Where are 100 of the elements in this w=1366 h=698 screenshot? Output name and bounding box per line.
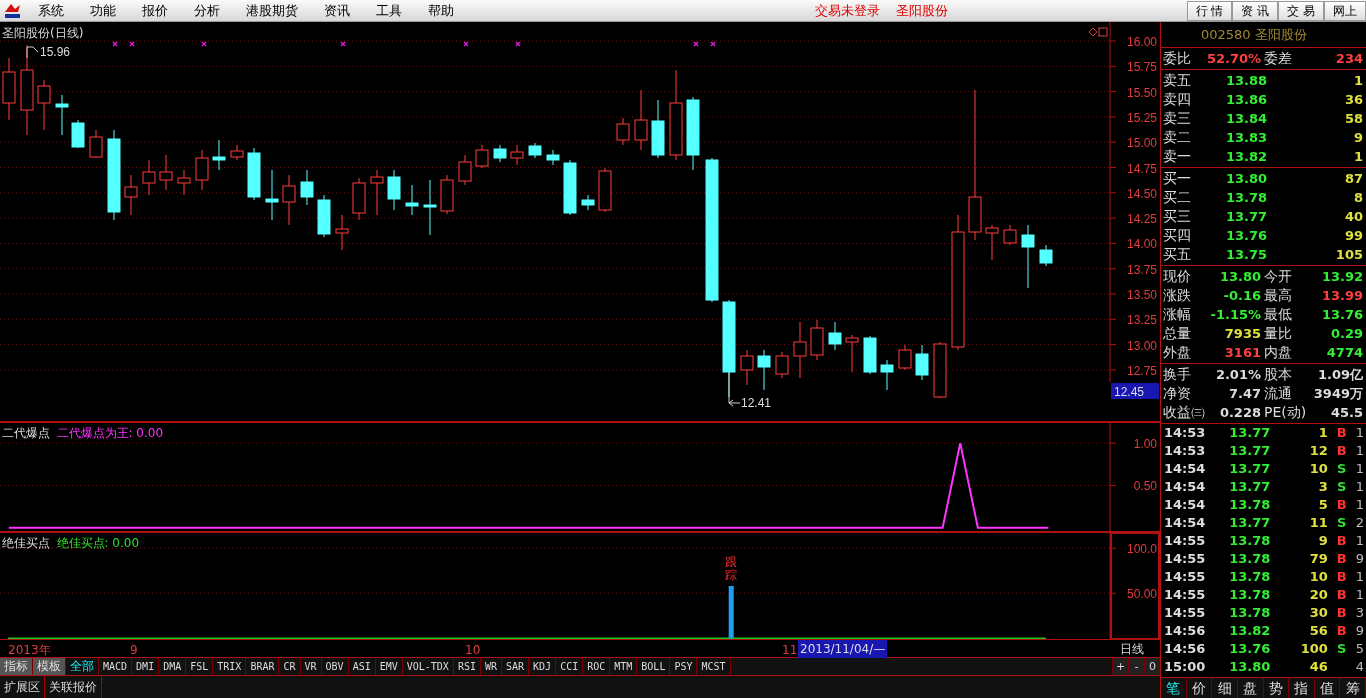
menu-item[interactable]: 港股期货 <box>233 0 311 21</box>
trade-volume: 56 <box>1308 622 1328 641</box>
menu-item[interactable]: 报价 <box>129 0 181 21</box>
trade-side: S <box>1336 514 1348 533</box>
panel-tab[interactable]: 价 <box>1186 678 1213 698</box>
date-label: 11 <box>782 642 798 659</box>
quote-label: 最低 <box>1263 305 1293 324</box>
zoom-button[interactable]: - <box>1128 658 1144 675</box>
quote-label: 外盘 <box>1162 343 1192 362</box>
candlestick <box>2 57 16 121</box>
cross-marker-icon <box>463 41 469 47</box>
candlestick <box>880 359 894 391</box>
panel-tab[interactable]: 笔 <box>1161 678 1187 698</box>
panel-tab[interactable]: 指 <box>1289 678 1315 698</box>
quote-value: 0.29 <box>1329 324 1363 343</box>
order-volume: 36 <box>1343 90 1363 109</box>
axis-tick-label: 15.75 <box>1126 60 1157 75</box>
trade-volume: 79 <box>1308 550 1328 569</box>
panel-tab[interactable]: 盘 <box>1237 678 1264 698</box>
indicator-tab[interactable]: 指标 <box>0 658 33 675</box>
candlestick <box>757 349 771 391</box>
diamond-icon <box>1088 27 1098 37</box>
trade-time: 14:56 <box>1163 622 1207 641</box>
stock-header: 002580 圣阳股份 <box>1161 22 1366 48</box>
trade-count: 1 <box>1355 568 1365 587</box>
trade-count: 9 <box>1355 622 1365 641</box>
candlestick <box>317 194 331 238</box>
panel-tab[interactable]: 筹 <box>1340 678 1366 698</box>
order-price: 13.83 <box>1224 128 1267 147</box>
quote-label: 换手 <box>1162 365 1192 384</box>
order-volume: 87 <box>1343 169 1363 188</box>
order-price: 13.75 <box>1224 245 1267 264</box>
candlestick <box>1039 244 1053 267</box>
trade-price: 13.77 <box>1228 424 1271 443</box>
signal-label: 跟踪 <box>725 556 738 583</box>
toolbar-button[interactable]: 交 易 <box>1278 1 1324 21</box>
axis-tick-label: 15.00 <box>1126 136 1157 151</box>
menu-item[interactable]: 分析 <box>181 0 233 21</box>
quote-value: 52.70% <box>1207 49 1261 68</box>
trade-price: 13.78 <box>1228 568 1271 587</box>
axis-tick-label: 50.00 <box>1126 587 1157 602</box>
candlestick <box>915 344 929 381</box>
trade-volume: 12 <box>1308 442 1328 461</box>
trade-volume: 10 <box>1308 568 1328 587</box>
menu-item[interactable]: 工具 <box>363 0 415 21</box>
leader-line <box>26 46 39 59</box>
candlestick <box>810 319 824 361</box>
chart-title: 圣阳股份(日线) <box>2 25 84 42</box>
cross-marker-icon <box>693 41 699 47</box>
trade-price: 13.78 <box>1228 550 1271 569</box>
candlestick <box>898 344 912 371</box>
quote-value: 7935 <box>1223 324 1261 343</box>
quote-label: 总量 <box>1162 324 1192 343</box>
toolbar-button[interactable]: 资 讯 <box>1232 1 1279 21</box>
menu-item[interactable]: 资讯 <box>311 0 363 21</box>
candlestick <box>335 214 349 251</box>
quote-label: 内盘 <box>1263 343 1293 362</box>
panel-tab[interactable]: 值 <box>1314 678 1341 698</box>
candlestick <box>651 99 665 159</box>
panel-tab[interactable]: 细 <box>1212 678 1238 698</box>
trade-side: B <box>1335 622 1348 641</box>
trade-price: 13.78 <box>1228 586 1271 605</box>
axis-tick-label: 13.25 <box>1126 313 1157 328</box>
menu-item[interactable]: 功能 <box>77 0 129 21</box>
trade-price: 13.77 <box>1228 460 1271 479</box>
candlestick <box>740 349 754 386</box>
candlestick <box>863 335 877 375</box>
quote-value: 13.99 <box>1320 286 1363 305</box>
candlestick <box>458 154 472 186</box>
quote-label: 净资 <box>1162 384 1192 403</box>
toolbar-button[interactable]: 网上 <box>1324 1 1366 21</box>
menu-item[interactable]: 帮助 <box>415 0 467 21</box>
panel-tab[interactable]: 势 <box>1263 678 1290 698</box>
trade-side: B <box>1335 550 1348 569</box>
price-label: 12.41 <box>741 396 772 410</box>
indicator-tab[interactable]: 模板 <box>33 658 66 675</box>
trade-volume: 1 <box>1317 424 1328 443</box>
price-label: 15.96 <box>40 45 71 59</box>
axis-tick-label: 12.75 <box>1126 363 1157 378</box>
quote-label: 流通 <box>1263 384 1293 403</box>
candlestick <box>124 174 138 216</box>
order-label: 卖三 <box>1162 109 1192 128</box>
axis-tick-label: 14.00 <box>1126 237 1157 252</box>
toolbar-button[interactable]: 行 情 <box>1186 1 1233 21</box>
candlestick <box>177 169 191 196</box>
quote-label: 今开 <box>1263 267 1293 286</box>
zoom-button[interactable]: + <box>1112 658 1128 675</box>
login-status: 交易未登录 <box>814 2 882 20</box>
order-volume: 1 <box>1352 147 1363 166</box>
candlestick <box>282 174 296 226</box>
menu-item[interactable]: 系统 <box>25 0 77 21</box>
order-price: 13.77 <box>1224 207 1267 226</box>
order-price: 13.86 <box>1224 90 1267 109</box>
series-name: 二代爆点为王 <box>56 425 129 442</box>
trade-price: 13.77 <box>1228 478 1271 497</box>
trade-side: B <box>1335 496 1348 515</box>
candlestick <box>528 142 542 159</box>
order-volume: 58 <box>1343 109 1363 128</box>
zoom-button[interactable]: 0 <box>1144 658 1160 675</box>
cursor-price-label: 12.45 <box>1111 383 1159 399</box>
